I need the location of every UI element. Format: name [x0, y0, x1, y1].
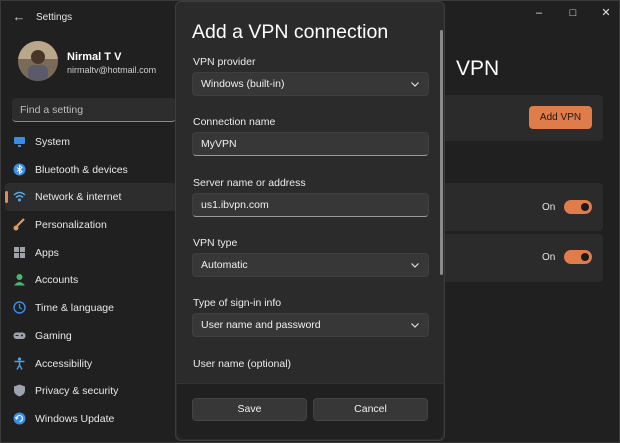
toggle-state-label: On [542, 202, 556, 213]
page-title: VPN [456, 57, 500, 80]
chevron-down-icon [411, 82, 419, 87]
sidebar-item-windows-update[interactable]: Windows Update [5, 405, 177, 433]
accessibility-icon [14, 356, 25, 370]
chevron-down-icon [411, 263, 419, 268]
back-arrow-icon[interactable]: ← [11, 9, 27, 25]
roaming-toggle[interactable] [564, 250, 592, 264]
sidebar-item-time-language[interactable]: Time & language [5, 294, 177, 322]
bluetooth-icon [13, 163, 26, 176]
sidebar-item-accounts[interactable]: Accounts [5, 266, 177, 294]
sidebar-item-label: Time & language [35, 302, 114, 315]
sidebar-item-label: Accessibility [35, 357, 93, 370]
vpn-type-value: Automatic [201, 259, 248, 271]
server-address-value: us1.ibvpn.com [201, 199, 269, 211]
close-icon[interactable]: ✕ [589, 1, 620, 27]
add-vpn-dialog: Add a VPN connection VPN provider Window… [175, 1, 445, 441]
sidebar-item-apps[interactable]: Apps [5, 239, 177, 267]
sidebar-item-bluetooth-devices[interactable]: Bluetooth & devices [5, 156, 177, 184]
chevron-down-icon [411, 323, 419, 328]
connection-name-value: MyVPN [201, 138, 237, 150]
server-address-label: Server name or address [193, 177, 306, 189]
sidebar-item-label: Network & internet [35, 191, 122, 204]
toggle-state-label: On [542, 252, 556, 263]
metered-network-toggle[interactable] [564, 200, 592, 214]
sidebar-item-network-internet[interactable]: Network & internet [5, 183, 177, 212]
save-button[interactable]: Save [192, 398, 307, 421]
connection-name-input[interactable]: MyVPN [192, 132, 429, 156]
sidebar-item-label: Personalization [35, 219, 107, 232]
sidebar-item-label: Apps [35, 246, 59, 259]
account-name: Nirmal T V [67, 51, 122, 63]
sidebar-item-gaming[interactable]: Gaming [5, 322, 177, 350]
dialog-title: Add a VPN connection [192, 21, 389, 43]
username-label: User name (optional) [193, 358, 292, 370]
update-icon [13, 412, 26, 425]
wifi-icon [13, 192, 26, 202]
sidebar-item-label: Privacy & security [35, 385, 119, 398]
sidebar-item-personalization[interactable]: Personalization [5, 211, 177, 239]
sidebar-item-label: Bluetooth & devices [35, 163, 128, 176]
sidebar-item-label: Accounts [35, 274, 79, 287]
person-icon [14, 274, 25, 286]
add-vpn-button[interactable]: Add VPN [529, 106, 592, 129]
monitor-icon [14, 137, 25, 147]
avatar[interactable] [18, 41, 58, 81]
shield-icon [14, 384, 25, 397]
sidebar-item-accessibility[interactable]: Accessibility [5, 350, 177, 378]
vpn-provider-label: VPN provider [193, 56, 256, 68]
sidebar-item-privacy-security[interactable]: Privacy & security [5, 377, 177, 405]
account-email: nirmaltv@hotmail.com [67, 65, 157, 75]
apps-icon [14, 246, 25, 258]
app-title: Settings [36, 12, 73, 23]
connection-name-label: Connection name [193, 116, 276, 128]
search-placeholder: Find a setting [20, 104, 84, 116]
server-address-input[interactable]: us1.ibvpn.com [192, 193, 429, 217]
vpn-type-label: VPN type [193, 237, 238, 249]
sidebar-item-label: Gaming [35, 329, 72, 342]
scrollbar[interactable] [440, 30, 443, 275]
vpn-provider-select[interactable]: Windows (built-in) [192, 72, 429, 96]
vpn-type-select[interactable]: Automatic [192, 253, 429, 277]
sidebar-item-system[interactable]: System [5, 128, 177, 156]
sidebar-nav: System Bluetooth & devices Network & inter… [5, 128, 177, 433]
maximize-icon[interactable]: □ [556, 1, 590, 27]
globe-clock-icon [13, 301, 26, 314]
signin-type-value: User name and password [201, 319, 321, 331]
sidebar-item-label: Windows Update [35, 412, 115, 425]
sidebar-item-label: System [35, 136, 71, 148]
search-input[interactable]: Find a setting [12, 98, 176, 122]
vpn-provider-value: Windows (built-in) [201, 78, 285, 90]
gamepad-icon [13, 332, 26, 339]
cancel-button[interactable]: Cancel [313, 398, 428, 421]
signin-type-label: Type of sign-in info [193, 297, 282, 309]
signin-type-select[interactable]: User name and password [192, 313, 429, 337]
brush-icon [13, 218, 25, 231]
dialog-footer: Save Cancel [177, 383, 443, 439]
minimize-icon[interactable]: – [522, 1, 556, 27]
